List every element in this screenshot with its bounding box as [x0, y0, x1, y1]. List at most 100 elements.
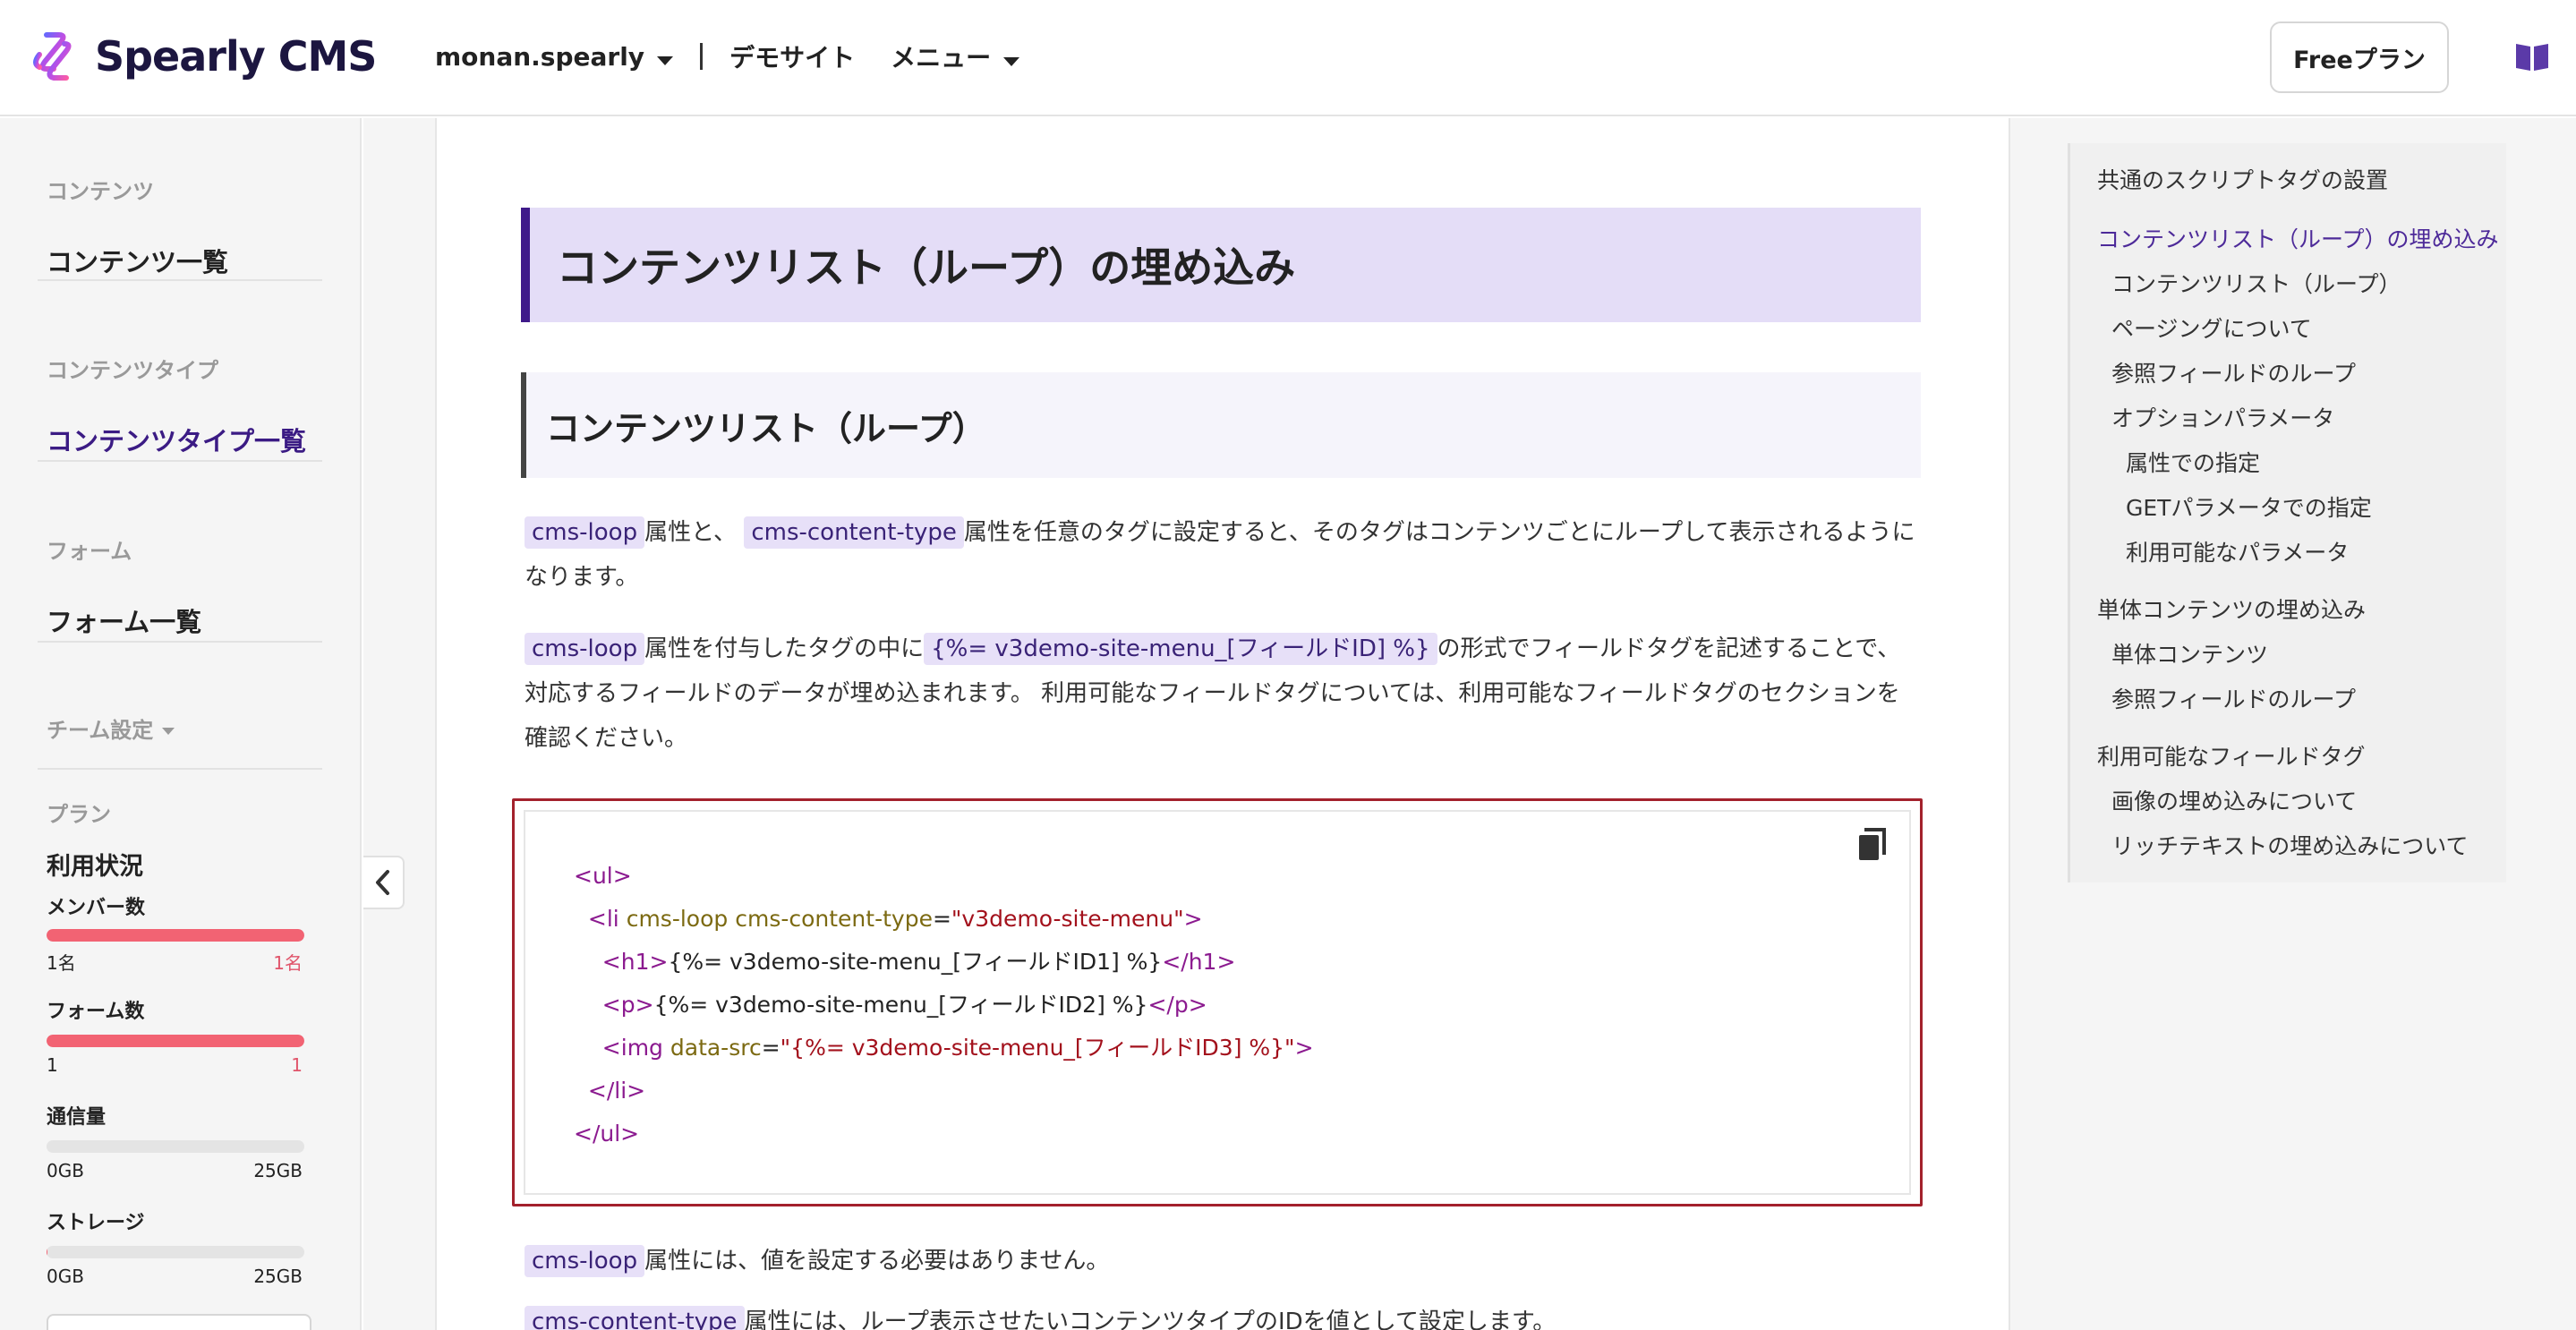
code-token: >	[1294, 1035, 1314, 1061]
code-token: </p>	[1147, 992, 1207, 1018]
usage-min: 1名	[47, 952, 76, 974]
code-token: <li	[587, 906, 619, 932]
toc-item[interactable]: 利用可能なパラメータ	[2126, 535, 2349, 567]
team-settings-label: チーム設定	[47, 718, 154, 743]
sidebar-heading-content-types: コンテンツタイプ	[47, 358, 218, 383]
menu-label: メニュー	[891, 43, 992, 72]
code-token: </h1>	[1162, 949, 1236, 975]
sidebar-item-content-list[interactable]: コンテンツ一覧	[47, 242, 228, 279]
toc-item[interactable]: オプションパラメータ	[2111, 401, 2334, 433]
code-token: <h1>	[601, 949, 669, 975]
toc-item[interactable]: リッチテキストの埋め込みについて	[2111, 829, 2469, 861]
toc-item[interactable]: GETパラメータでの指定	[2126, 490, 2372, 523]
site-name: デモサイト	[729, 43, 856, 72]
collapse-sidebar-button[interactable]	[363, 856, 405, 909]
section-heading: コンテンツリスト（ループ）	[521, 372, 1921, 478]
chevron-left-icon	[376, 870, 389, 895]
code-token: cms-loop	[626, 906, 729, 932]
usage-title: 利用状況	[47, 853, 143, 881]
code-token: <p>	[601, 992, 654, 1018]
spearly-logo-icon	[33, 32, 72, 81]
toc-item[interactable]: 共通のスクリプトタグの設置	[2097, 163, 2388, 195]
inline-code: cms-loop	[525, 1245, 645, 1277]
copy-icon[interactable]	[1857, 828, 1888, 862]
toc-item[interactable]: 参照フィールドのループ	[2111, 356, 2356, 388]
paragraph-1: cms-loop 属性と、 cms-content-type 属性を任意のタグに設定…	[525, 510, 1921, 600]
code-token: "v3demo-site-menu"	[951, 906, 1184, 932]
table-of-contents: 共通のスクリプトタグの設置 コンテンツリスト（ループ）の埋め込み コンテンツリス…	[2068, 143, 2506, 882]
chevron-down-icon	[162, 728, 175, 735]
sidebar-item-form-list[interactable]: フォーム一覧	[47, 601, 201, 639]
usage-bar-storage	[47, 1246, 304, 1258]
inline-code: cms-loop	[525, 633, 645, 665]
divider	[38, 279, 322, 281]
inline-code: cms-content-type	[525, 1306, 745, 1330]
plan-heading: プラン	[47, 802, 111, 827]
book-icon[interactable]	[2515, 41, 2549, 72]
text: 属性には、ループ表示させたいコンテンツタイプのIDを値として設定します。	[744, 1309, 1557, 1330]
toc-item[interactable]: 利用可能なフィールドタグ	[2097, 739, 2366, 772]
toc-item-active[interactable]: コンテンツリスト（ループ）の埋め込み	[2097, 222, 2499, 254]
usage-max: 1	[291, 1054, 303, 1076]
paragraph-2: cms-loop 属性を付与したタグの中に {%= v3demo-site-menu…	[525, 627, 1921, 761]
code-token: {%= v3demo-site-menu_[フィールドID2] %}	[653, 992, 1148, 1018]
usage-label-storage: ストレージ	[47, 1212, 145, 1234]
usage-min: 1	[47, 1054, 58, 1076]
team-selector[interactable]: monan.spearly	[435, 41, 674, 72]
sidebar-heading-contents: コンテンツ	[47, 179, 154, 204]
team-name: monan.spearly	[435, 41, 645, 72]
text: 属性には、値を設定する必要はありません。	[644, 1248, 1110, 1275]
free-plan-button[interactable]: Freeプラン	[2270, 21, 2449, 93]
sidebar-heading-forms: フォーム	[47, 539, 132, 564]
divider	[38, 460, 322, 462]
code-token: <img	[601, 1035, 663, 1061]
usage-bar-forms	[47, 1035, 304, 1047]
code-token: </li>	[587, 1078, 646, 1104]
code-token: =	[932, 906, 951, 932]
spearly-logo[interactable]: Spearly CMS	[27, 27, 377, 86]
toc-item[interactable]: コンテンツリスト（ループ）	[2111, 267, 2401, 299]
toc-item[interactable]: 属性での指定	[2126, 446, 2260, 478]
team-settings-toggle[interactable]: チーム設定	[47, 712, 175, 744]
code-token: cms-content-type	[735, 906, 933, 932]
code-text: <ul> <li cms-loop cms-content-type="v3de…	[574, 855, 1314, 1155]
chevron-down-icon	[1003, 57, 1020, 66]
usage-max: 25GB	[253, 1160, 303, 1181]
divider	[38, 641, 322, 643]
divider	[38, 768, 322, 770]
usage-min: 0GB	[47, 1160, 84, 1181]
usage-label-forms: フォーム数	[47, 1001, 145, 1023]
sidebar: コンテンツ コンテンツ一覧 コンテンツタイプ コンテンツタイプ一覧 フォーム フ…	[0, 118, 362, 1330]
usage-max: 25GB	[253, 1266, 303, 1287]
inline-code: {%= v3demo-site-menu_[フィールドID] %}	[924, 633, 1437, 665]
inline-code: cms-content-type	[744, 516, 964, 549]
top-header: Spearly CMS monan.spearly デモサイト メニュー Fre…	[0, 0, 2576, 116]
toc-item[interactable]: 単体コンテンツ	[2111, 637, 2268, 669]
usage-fill	[47, 929, 304, 942]
sidebar-item-content-type-list[interactable]: コンテンツタイプ一覧	[47, 421, 306, 458]
doc-main: コンテンツリスト（ループ）の埋め込み コンテンツリスト（ループ） cms-loo…	[437, 118, 2009, 1330]
code-block: <ul> <li cms-loop cms-content-type="v3de…	[524, 810, 1911, 1195]
code-token: >	[1183, 906, 1203, 932]
page-title: コンテンツリスト（ループ）の埋め込み	[521, 208, 1921, 322]
toc-item[interactable]: 参照フィールドのループ	[2111, 682, 2356, 714]
paragraph-3: cms-loop 属性には、値を設定する必要はありません。	[525, 1239, 1921, 1283]
toc-item[interactable]: ページングについて	[2111, 311, 2312, 344]
usage-label-members: メンバー数	[47, 897, 146, 919]
text: 属性を付与したタグの中に	[644, 635, 925, 662]
inline-code: cms-loop	[525, 516, 645, 549]
upgrade-box[interactable]	[47, 1314, 311, 1330]
text: 属性と、	[644, 519, 738, 546]
code-token: data-src	[670, 1035, 762, 1061]
toc-item[interactable]: 画像の埋め込みについて	[2111, 784, 2357, 816]
usage-bar-members	[47, 929, 304, 942]
logo-text: Spearly CMS	[95, 32, 377, 81]
code-token: </ul>	[574, 1121, 640, 1147]
usage-min: 0GB	[47, 1266, 84, 1287]
site-menu-dropdown[interactable]: メニュー	[891, 38, 1020, 74]
toc-item[interactable]: 単体コンテンツの埋め込み	[2097, 593, 2366, 625]
divider	[700, 43, 704, 70]
usage-max: 1名	[273, 952, 303, 974]
site-selector: monan.spearly デモサイト メニュー	[435, 36, 1020, 77]
code-token: {%= v3demo-site-menu_[フィールドID1] %}	[668, 949, 1163, 975]
